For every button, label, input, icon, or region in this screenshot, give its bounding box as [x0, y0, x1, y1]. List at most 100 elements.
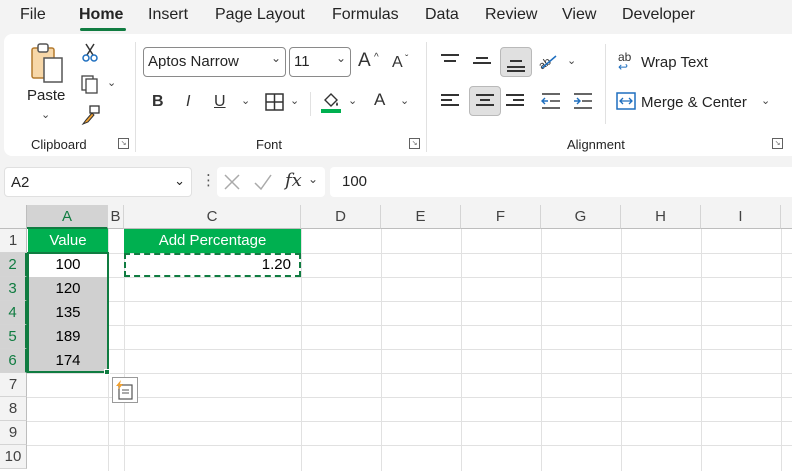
- clipboard-launcher-icon[interactable]: ↘: [118, 138, 129, 149]
- row-header-2[interactable]: 2: [0, 253, 27, 277]
- gridline: [541, 229, 542, 471]
- name-box-value: A2: [11, 174, 30, 191]
- copy-button[interactable]: [80, 74, 102, 94]
- alignment-separator: [605, 44, 606, 124]
- decrease-indent-button[interactable]: [540, 92, 562, 110]
- row-header-5[interactable]: 5: [0, 325, 27, 349]
- merge-dropdown-chevron[interactable]: ⌄: [761, 94, 770, 107]
- formula-input[interactable]: 100: [330, 167, 792, 197]
- gridline: [701, 229, 702, 471]
- gridline: [781, 229, 782, 471]
- borders-button[interactable]: [265, 93, 285, 111]
- row-header-6[interactable]: 6: [0, 349, 27, 373]
- column-header-e[interactable]: E: [381, 205, 461, 229]
- wrap-text-button[interactable]: ab ↩ Wrap Text: [616, 50, 766, 74]
- tab-page-layout[interactable]: Page Layout: [215, 6, 305, 24]
- cancel-icon[interactable]: [223, 173, 241, 191]
- gridline: [27, 325, 792, 326]
- alignment-launcher-icon[interactable]: ↘: [772, 138, 783, 149]
- fill-color-dropdown-chevron[interactable]: ⌄: [348, 94, 357, 107]
- increase-indent-button[interactable]: [572, 92, 594, 110]
- gridline: [27, 421, 792, 422]
- tab-data[interactable]: Data: [425, 6, 459, 24]
- name-box[interactable]: A2 ⌄: [4, 167, 192, 197]
- merge-center-button[interactable]: Merge & Center ⌄: [616, 90, 776, 114]
- paste-options-button[interactable]: [112, 377, 138, 403]
- font-color-dropdown-chevron[interactable]: ⌄: [400, 94, 409, 107]
- italic-button[interactable]: I: [186, 92, 190, 112]
- column-header-g[interactable]: G: [541, 205, 621, 229]
- column-header-c[interactable]: C: [124, 205, 301, 229]
- orientation-button[interactable]: ab: [536, 50, 560, 72]
- tab-file[interactable]: File: [20, 6, 46, 24]
- cell-c2[interactable]: 1.20: [124, 253, 301, 277]
- alignment-group-label: Alignment: [567, 137, 625, 152]
- fill-color-button[interactable]: [319, 90, 343, 114]
- underline-dropdown-chevron[interactable]: ⌄: [241, 94, 250, 107]
- tab-view[interactable]: View: [562, 6, 596, 24]
- orientation-icon: ab: [537, 55, 557, 72]
- tab-formulas[interactable]: Formulas: [332, 6, 399, 24]
- cell-c1[interactable]: Add Percentage: [124, 229, 301, 253]
- paste-options-icon: [116, 380, 133, 400]
- insert-function-button[interactable]: fx: [285, 170, 302, 191]
- align-left-button[interactable]: [441, 94, 459, 108]
- font-color-button[interactable]: A: [374, 90, 385, 110]
- fill-handle[interactable]: [104, 369, 110, 375]
- middle-align-button[interactable]: [473, 54, 491, 68]
- increase-font-size-button[interactable]: A: [358, 51, 371, 71]
- spreadsheet-grid: A B C D E F G H I 1 2 3 4 5 6 7 8 9 10 V…: [0, 205, 792, 471]
- column-header-b[interactable]: B: [108, 205, 124, 229]
- row-header-1[interactable]: 1: [0, 229, 27, 253]
- scissors-icon: [82, 43, 98, 62]
- chevron-down-icon: ⌄: [270, 51, 281, 65]
- borders-dropdown-chevron[interactable]: ⌄: [290, 94, 299, 107]
- paste-button[interactable]: [28, 42, 68, 88]
- copy-icon: [81, 75, 98, 94]
- gridline: [381, 229, 382, 471]
- underline-button[interactable]: U: [214, 92, 226, 112]
- gridline: [27, 397, 792, 398]
- row-header-7[interactable]: 7: [0, 373, 27, 397]
- group-separator: [135, 42, 136, 152]
- font-size-select[interactable]: 11 ⌄: [289, 47, 351, 77]
- cut-button[interactable]: [80, 42, 100, 62]
- formula-controls: fx ⌄: [217, 167, 325, 197]
- bold-button[interactable]: B: [152, 92, 164, 112]
- tab-developer[interactable]: Developer: [622, 6, 695, 24]
- column-header-i[interactable]: I: [701, 205, 781, 229]
- row-header-3[interactable]: 3: [0, 277, 27, 301]
- active-tab-indicator: [80, 28, 126, 31]
- row-header-9[interactable]: 9: [0, 421, 27, 445]
- align-center-icon: [476, 94, 494, 108]
- decrease-indent-icon: [541, 93, 560, 109]
- gridline: [621, 229, 622, 471]
- row-header-8[interactable]: 8: [0, 397, 27, 421]
- tab-review[interactable]: Review: [485, 6, 537, 24]
- font-name-select[interactable]: Aptos Narrow ⌄: [143, 47, 286, 77]
- chevron-down-icon[interactable]: ⌄: [308, 172, 318, 186]
- row-header-10[interactable]: 10: [0, 445, 27, 469]
- tab-insert[interactable]: Insert: [148, 6, 188, 24]
- column-header-h[interactable]: H: [621, 205, 701, 229]
- more-options-icon[interactable]: ⋮: [201, 171, 216, 189]
- tab-home[interactable]: Home: [79, 6, 123, 24]
- select-all-corner[interactable]: [0, 205, 27, 229]
- align-right-button[interactable]: [506, 94, 524, 108]
- cell-a1[interactable]: Value: [28, 229, 108, 253]
- enter-check-icon[interactable]: [253, 173, 273, 191]
- font-launcher-icon[interactable]: ↘: [409, 138, 420, 149]
- column-header-a[interactable]: A: [27, 205, 108, 229]
- row-header-4[interactable]: 4: [0, 301, 27, 325]
- format-painter-button[interactable]: [80, 104, 102, 126]
- copy-dropdown-chevron[interactable]: ⌄: [107, 76, 116, 89]
- merge-center-label: Merge & Center: [641, 94, 747, 111]
- column-header-d[interactable]: D: [301, 205, 381, 229]
- column-header-f[interactable]: F: [461, 205, 541, 229]
- orientation-dropdown-chevron[interactable]: ⌄: [567, 54, 576, 67]
- paste-dropdown-chevron[interactable]: ⌄: [41, 108, 50, 121]
- top-align-button[interactable]: [441, 54, 459, 68]
- gridline: [27, 301, 792, 302]
- font-group-label: Font: [256, 137, 283, 152]
- decrease-font-size-button[interactable]: A: [392, 53, 403, 73]
